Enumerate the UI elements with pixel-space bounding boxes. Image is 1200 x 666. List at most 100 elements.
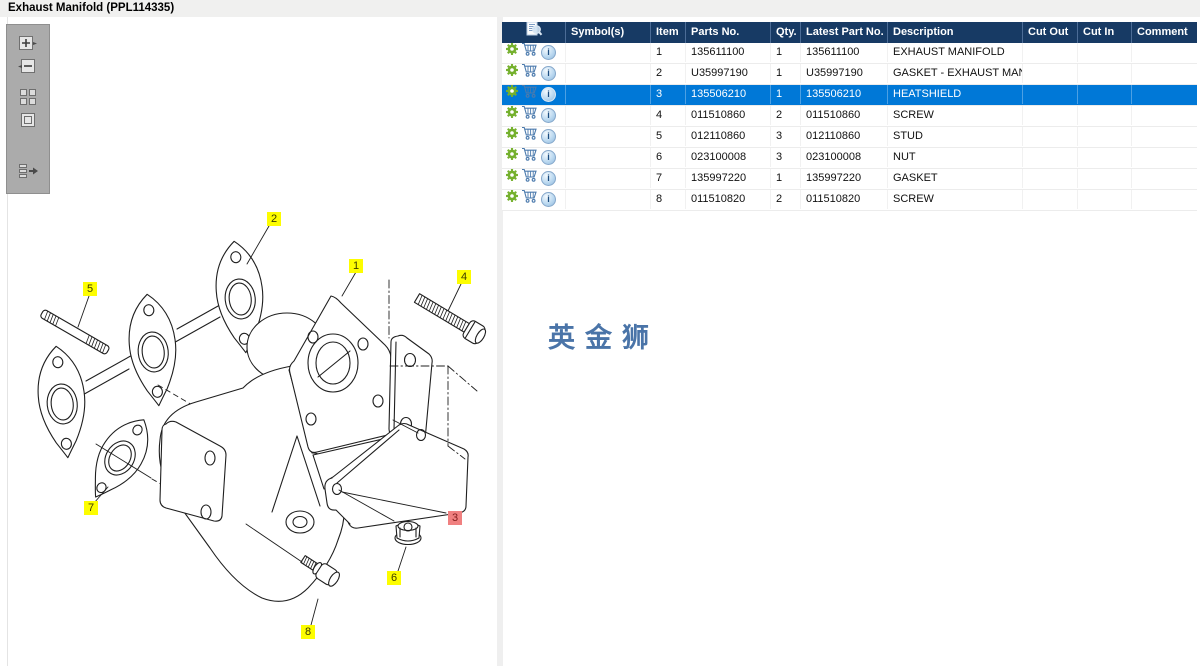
cell-parts-no: 011510860 [685,106,770,125]
zoom-in-button[interactable] [16,33,40,55]
info-icon[interactable]: i [541,192,556,207]
table-row[interactable]: i 7 135997220 1 135997220 GASKET [502,169,1197,190]
parts-table-body: i 1 135611100 1 135611100 EXHAUST MANIFO… [502,43,1197,211]
cell-parts-no: U35997190 [685,64,770,83]
toggle-parts-list-icon [16,160,40,182]
table-row[interactable]: i 3 135506210 1 135506210 HEATSHIELD [502,85,1197,106]
cell-cut-in [1077,127,1131,146]
cell-cut-in [1077,43,1131,62]
info-icon[interactable]: i [541,87,556,102]
cart-icon[interactable] [521,127,538,146]
zoom-in-icon [16,33,40,55]
viewer-toolbar [6,24,50,194]
header-cell-symbols[interactable]: Symbol(s) [565,22,650,43]
zoom-out-icon [16,56,40,78]
cell-cut-in [1077,190,1131,209]
zoom-out-button[interactable] [16,56,40,78]
cart-icon[interactable] [521,85,538,104]
row-actions: i [502,43,565,62]
part-label-2[interactable]: 2 [267,212,281,226]
cell-symbols [565,43,650,62]
header-cell-cut-in[interactable]: Cut In [1077,22,1131,43]
part-label-7[interactable]: 7 [84,501,98,515]
table-row[interactable]: i 5 012110860 3 012110860 STUD [502,127,1197,148]
header-cell-comment[interactable]: Comment [1131,22,1197,43]
cell-description: EXHAUST MANIFOLD [887,43,1022,62]
info-icon[interactable]: i [541,129,556,144]
header-cell-description[interactable]: Description [887,22,1022,43]
table-row[interactable]: i 4 011510860 2 011510860 SCREW [502,106,1197,127]
cell-cut-out [1022,106,1077,125]
cart-icon[interactable] [521,106,538,125]
cart-icon[interactable] [521,190,538,209]
part-label-5[interactable]: 5 [83,282,97,296]
fit-page-icon [16,109,40,131]
info-icon[interactable]: i [541,66,556,81]
gear-icon[interactable] [506,148,518,167]
cell-cut-out [1022,85,1077,104]
cart-icon[interactable] [521,148,538,167]
gear-icon[interactable] [506,190,518,209]
cell-parts-no: 135611100 [685,43,770,62]
cell-item: 2 [650,64,685,83]
cart-icon[interactable] [521,64,538,83]
cell-comment [1131,148,1197,167]
part-label-8[interactable]: 8 [301,625,315,639]
cell-symbols [565,190,650,209]
header-cell-parts-no[interactable]: Parts No. [685,22,770,43]
cell-item: 7 [650,169,685,188]
header-cell-actions[interactable] [502,22,565,43]
cell-cut-out [1022,43,1077,62]
table-row[interactable]: i 8 011510820 2 011510820 SCREW [502,190,1197,211]
header-cell-item[interactable]: Item [650,22,685,43]
cell-comment [1131,190,1197,209]
part-label-1[interactable]: 1 [349,259,363,273]
cell-symbols [565,169,650,188]
info-icon[interactable]: i [541,45,556,60]
gear-icon[interactable] [506,43,518,62]
fit-page-button[interactable] [16,109,40,131]
cell-cut-in [1077,85,1131,104]
cell-symbols [565,148,650,167]
cell-description: NUT [887,148,1022,167]
gear-icon[interactable] [506,127,518,146]
table-row[interactable]: i 1 135611100 1 135611100 EXHAUST MANIFO… [502,43,1197,64]
title-bar: Exhaust Manifold (PPL114335) [0,0,1200,17]
part-label-3-highlighted[interactable]: 3 [448,511,462,525]
header-cell-cut-out[interactable]: Cut Out [1022,22,1077,43]
cell-latest-part-no: 012110860 [800,127,887,146]
part-label-4[interactable]: 4 [457,270,471,284]
cell-description: GASKET - EXHAUST MANIFOLD [887,64,1022,83]
table-row[interactable]: i 6 023100008 3 023100008 NUT [502,148,1197,169]
row-actions: i [502,190,565,209]
gear-icon[interactable] [506,169,518,188]
info-icon[interactable]: i [541,171,556,186]
info-icon[interactable]: i [541,108,556,123]
info-icon[interactable]: i [541,150,556,165]
toggle-parts-list-button[interactable] [16,160,40,182]
cell-parts-no: 011510820 [685,190,770,209]
cell-symbols [565,85,650,104]
cell-description: SCREW [887,190,1022,209]
cell-description: STUD [887,127,1022,146]
cell-description: GASKET [887,169,1022,188]
cart-icon[interactable] [521,169,538,188]
cell-comment [1131,127,1197,146]
gear-icon[interactable] [506,64,518,83]
header-cell-qty[interactable]: Qty. [770,22,800,43]
gear-icon[interactable] [506,106,518,125]
cell-qty: 1 [770,169,800,188]
cell-cut-out [1022,169,1077,188]
row-actions: i [502,106,565,125]
cell-cut-in [1077,106,1131,125]
part-label-6[interactable]: 6 [387,571,401,585]
table-row[interactable]: i 2 U35997190 1 U35997190 GASKET - EXHAU… [502,64,1197,85]
header-cell-latest-part-no[interactable]: Latest Part No. [800,22,887,43]
zoom-selection-button[interactable] [16,86,40,108]
gear-icon[interactable] [506,85,518,104]
cell-comment [1131,43,1197,62]
cell-cut-out [1022,148,1077,167]
cart-icon[interactable] [521,43,538,62]
cell-symbols [565,64,650,83]
cell-parts-no: 135506210 [685,85,770,104]
